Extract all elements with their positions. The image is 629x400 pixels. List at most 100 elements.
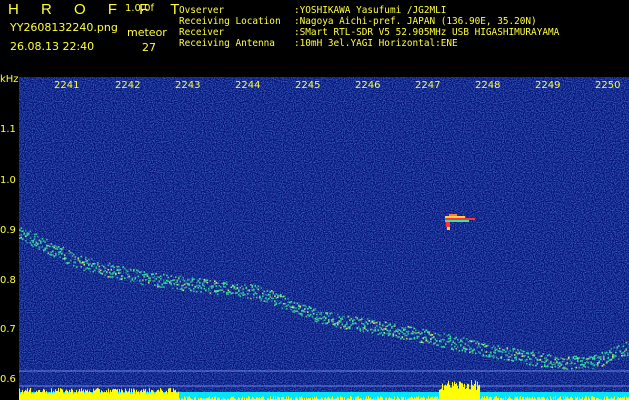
trace-dot — [220, 286, 222, 288]
yellow-level-bar — [159, 391, 160, 400]
yellow-level-bar — [169, 388, 170, 400]
trace-dot — [383, 328, 386, 330]
trace-dot — [592, 358, 594, 360]
yellow-level-bar — [174, 390, 175, 400]
trace-dot — [239, 292, 242, 295]
trace-dot — [257, 288, 260, 291]
trace-dot — [244, 293, 246, 296]
trace-dot — [253, 293, 255, 296]
trace-dot — [61, 250, 63, 252]
trace-dot — [380, 328, 383, 331]
trace-dot — [178, 284, 180, 286]
trace-dot — [296, 310, 299, 312]
trace-dot — [322, 317, 324, 319]
yellow-level-bar — [37, 392, 38, 400]
yellow-level-bar — [380, 396, 381, 400]
trace-dot — [466, 338, 468, 340]
trace-dot — [280, 294, 282, 296]
trace-dot — [439, 334, 441, 337]
trace-dot — [317, 319, 320, 322]
trace-dot — [41, 238, 44, 240]
trace-dot — [50, 254, 53, 256]
trace-dot — [430, 334, 432, 336]
trace-dot — [292, 310, 294, 313]
yellow-level-bar — [457, 385, 458, 400]
trace-dot — [170, 279, 173, 282]
trace-dot — [542, 361, 545, 363]
trace-dot — [547, 354, 549, 357]
trace-dot — [583, 365, 585, 367]
trace-dot — [286, 308, 288, 310]
yellow-level-bar — [26, 390, 27, 400]
trace-dot — [361, 317, 363, 320]
trace-dot — [64, 254, 66, 256]
trace-dot — [586, 360, 588, 363]
yellow-level-bar — [478, 385, 479, 400]
trace-dot — [506, 358, 509, 361]
yellow-level-bar — [437, 396, 438, 400]
trace-dot — [148, 277, 150, 280]
yellow-level-bar — [67, 390, 68, 400]
trace-dot — [289, 305, 291, 308]
trace-dot — [319, 317, 321, 320]
yellow-level-bar — [316, 396, 317, 400]
trace-dot — [506, 354, 509, 357]
trace-dot — [421, 332, 423, 334]
yellow-level-bar — [450, 387, 451, 400]
trace-dot — [220, 289, 222, 291]
yellow-level-bar — [423, 396, 424, 400]
trace-dot — [85, 260, 87, 263]
trace-dot — [97, 262, 99, 264]
trace-dot — [127, 270, 129, 273]
trace-dot — [91, 265, 93, 268]
trace-dot — [100, 269, 102, 272]
trace-dot — [125, 269, 128, 272]
trace-dot — [539, 359, 542, 361]
trace-dot — [301, 313, 303, 315]
trace-dot — [74, 256, 77, 259]
trace-dot — [422, 328, 425, 331]
yellow-level-bar — [35, 392, 36, 400]
trace-dot — [116, 276, 119, 279]
yellow-level-bar — [463, 386, 464, 400]
trace-dot — [167, 276, 170, 279]
trace-dot — [350, 317, 353, 320]
trace-dot — [187, 284, 189, 286]
trace-dot — [298, 305, 300, 307]
image-filename: YY2608132240.png — [10, 21, 118, 34]
trace-dot — [68, 252, 71, 255]
trace-dot — [196, 290, 198, 293]
yellow-level-bar — [165, 391, 166, 400]
trace-dot — [409, 326, 411, 329]
yellow-level-bar — [21, 392, 22, 400]
trace-dot — [148, 275, 150, 278]
x-tick-label: 2247 — [415, 80, 441, 91]
trace-dot — [587, 357, 590, 360]
trace-dot — [172, 279, 174, 282]
trace-dot — [562, 358, 564, 360]
trace-dot — [527, 355, 530, 358]
trace-dot — [104, 267, 107, 269]
trace-dot — [214, 283, 216, 285]
trace-dot — [443, 346, 446, 348]
trace-dot — [83, 263, 86, 266]
trace-dot — [88, 267, 90, 270]
trace-dot — [170, 275, 173, 277]
yellow-level-bar — [41, 392, 42, 400]
trace-dot — [452, 348, 455, 351]
yellow-level-bar — [332, 396, 333, 400]
yellow-level-bar — [75, 392, 76, 400]
trace-dot — [594, 355, 596, 357]
trace-dot — [283, 295, 285, 297]
trace-dot — [160, 278, 162, 280]
trace-dot — [536, 359, 539, 362]
yellow-level-bar — [128, 391, 129, 400]
yellow-level-bar — [72, 389, 73, 400]
trace-dot — [362, 330, 365, 333]
trace-dot — [600, 358, 602, 360]
trace-dot — [603, 356, 605, 359]
trace-dot — [67, 262, 69, 265]
trace-dot — [502, 349, 504, 351]
trace-dot — [451, 347, 453, 349]
trace-dot — [86, 262, 89, 264]
